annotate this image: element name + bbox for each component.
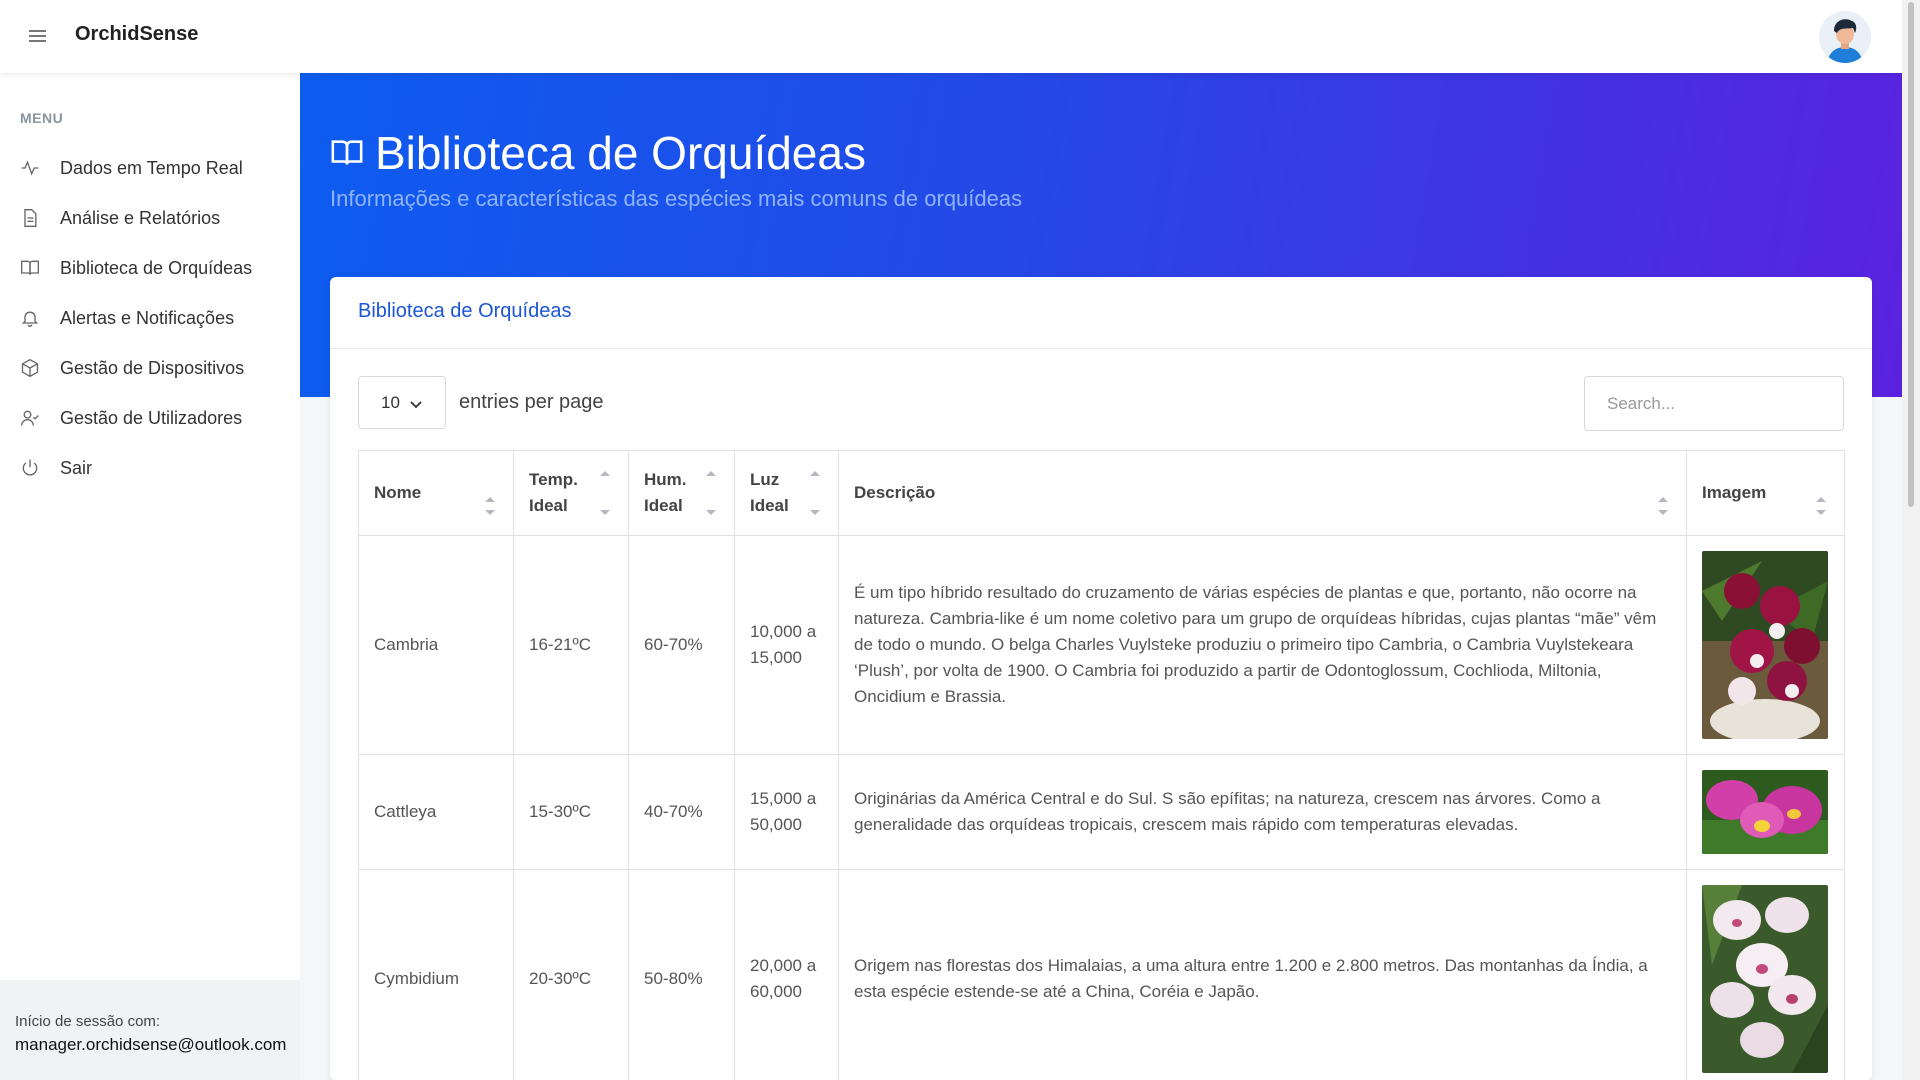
cambria-orchid-photo <box>1702 551 1828 739</box>
cattleya-orchid-photo <box>1702 770 1828 854</box>
menu-title: MENU <box>20 110 64 126</box>
cell-hum: 60-70% <box>628 535 735 755</box>
power-icon <box>22 459 38 476</box>
user-avatar-icon <box>1819 11 1871 63</box>
session-label: Início de sessão com: <box>15 1013 161 1030</box>
bell-icon <box>21 311 39 327</box>
column-header-nome[interactable]: Nome <box>358 450 514 536</box>
box-icon <box>21 358 39 378</box>
sort-icon <box>1816 497 1826 515</box>
sort-icon <box>600 471 610 515</box>
cell-imagem <box>1686 535 1845 755</box>
cell-descricao: Origem nas florestas dos Himalaias, a um… <box>838 869 1687 1080</box>
page-title: Biblioteca de Orquídeas <box>375 127 866 179</box>
cell-nome: Cymbidium <box>358 869 514 1080</box>
cell-hum: 50-80% <box>628 869 735 1080</box>
cell-luz: 15,000 a 50,000 <box>734 754 839 870</box>
sidebar: MENU Dados em Tempo Real Análise e Relat… <box>0 73 300 1080</box>
cell-luz: 20,000 a 60,000 <box>734 869 839 1080</box>
book-icon <box>21 260 39 275</box>
cymbidium-orchid-photo <box>1702 885 1828 1073</box>
column-header-luz[interactable]: Luz Ideal <box>734 450 839 536</box>
library-card: Biblioteca de Orquídeas 10 entries per p… <box>330 277 1872 1080</box>
column-header-imagem[interactable]: Imagem <box>1686 450 1845 536</box>
sidebar-item-label: Alertas e Notificações <box>60 307 235 328</box>
chevron-down-icon <box>410 401 422 409</box>
table-row: Cambria 16-21ºC 60-70% 10,000 a 15,000 É… <box>358 535 1845 755</box>
table-row: Cattleya 15-30ºC 40-70% 15,000 a 50,000 … <box>358 754 1845 870</box>
sidebar-menu: Dados em Tempo Real Análise e Relatórios… <box>0 143 300 493</box>
orchid-table: Nome Temp. Ideal Hum. Ideal Luz Ideal De… <box>358 450 1845 1080</box>
page-subtitle: Informações e características das espéci… <box>330 186 1023 211</box>
cell-descricao: Originárias da América Central e do Sul.… <box>838 754 1687 870</box>
sort-icon <box>810 471 820 515</box>
cell-imagem <box>1686 754 1845 870</box>
sidebar-item-label: Gestão de Utilizadores <box>60 407 243 428</box>
cell-nome: Cattleya <box>358 754 514 870</box>
sidebar-item-label: Gestão de Dispositivos <box>60 357 245 378</box>
activity-icon <box>21 160 39 176</box>
sidebar-item-utilizadores[interactable]: Gestão de Utilizadores <box>0 393 300 443</box>
user-check-icon <box>21 410 39 426</box>
cell-descricao: É um tipo híbrido resultado do cruzament… <box>838 535 1687 755</box>
card-title: Biblioteca de Orquídeas <box>358 300 572 322</box>
sidebar-item-sair[interactable]: Sair <box>0 443 300 493</box>
session-info: Início de sessão com: manager.orchidsens… <box>0 980 300 1080</box>
entries-value: 10 <box>381 393 400 412</box>
session-email: manager.orchidsense@outlook.com <box>15 1035 287 1054</box>
header-label: Imagem <box>1702 483 1767 502</box>
sidebar-item-biblioteca[interactable]: Biblioteca de Orquídeas <box>0 243 300 293</box>
column-header-hum[interactable]: Hum. Ideal <box>628 450 735 536</box>
scrollbar-thumb[interactable] <box>1908 2 1914 507</box>
hamburger-menu-icon[interactable] <box>29 30 46 42</box>
cell-temp: 15-30ºC <box>513 754 629 870</box>
sidebar-item-label: Análise e Relatórios <box>60 207 221 228</box>
cell-luz: 10,000 a 15,000 <box>734 535 839 755</box>
app-title: OrchidSense <box>75 23 199 45</box>
sidebar-item-dados-tempo-real[interactable]: Dados em Tempo Real <box>0 143 300 193</box>
cell-nome: Cambria <box>358 535 514 755</box>
entries-per-page-select[interactable]: 10 <box>358 376 446 429</box>
card-header: Biblioteca de Orquídeas <box>330 277 1872 349</box>
cell-temp: 16-21ºC <box>513 535 629 755</box>
cell-temp: 20-30ºC <box>513 869 629 1080</box>
sort-icon <box>1658 497 1668 515</box>
table-row: Cymbidium 20-30ºC 50-80% 20,000 a 60,000… <box>358 869 1845 1080</box>
sidebar-item-label: Sair <box>60 457 93 478</box>
sidebar-item-label: Dados em Tempo Real <box>60 157 243 178</box>
cell-imagem <box>1686 869 1845 1080</box>
sidebar-item-alertas[interactable]: Alertas e Notificações <box>0 293 300 343</box>
entries-per-page-label: entries per page <box>459 391 604 413</box>
sidebar-item-dispositivos[interactable]: Gestão de Dispositivos <box>0 343 300 393</box>
top-bar: OrchidSense <box>0 0 1902 73</box>
table-header-row: Nome Temp. Ideal Hum. Ideal Luz Ideal De… <box>358 450 1845 536</box>
document-icon <box>24 209 37 227</box>
cell-hum: 40-70% <box>628 754 735 870</box>
sidebar-item-label: Biblioteca de Orquídeas <box>60 257 253 278</box>
column-header-descricao[interactable]: Descrição <box>838 450 1687 536</box>
avatar[interactable] <box>1819 11 1871 63</box>
sort-icon <box>706 471 716 515</box>
search-input[interactable] <box>1584 376 1844 431</box>
sort-icon <box>485 497 495 515</box>
column-header-temp[interactable]: Temp. Ideal <box>513 450 629 536</box>
header-label: Descrição <box>854 483 936 502</box>
scrollbar[interactable] <box>1902 0 1920 1080</box>
sidebar-item-analise-relatorios[interactable]: Análise e Relatórios <box>0 193 300 243</box>
header-label: Nome <box>374 483 422 502</box>
book-icon <box>331 140 363 165</box>
